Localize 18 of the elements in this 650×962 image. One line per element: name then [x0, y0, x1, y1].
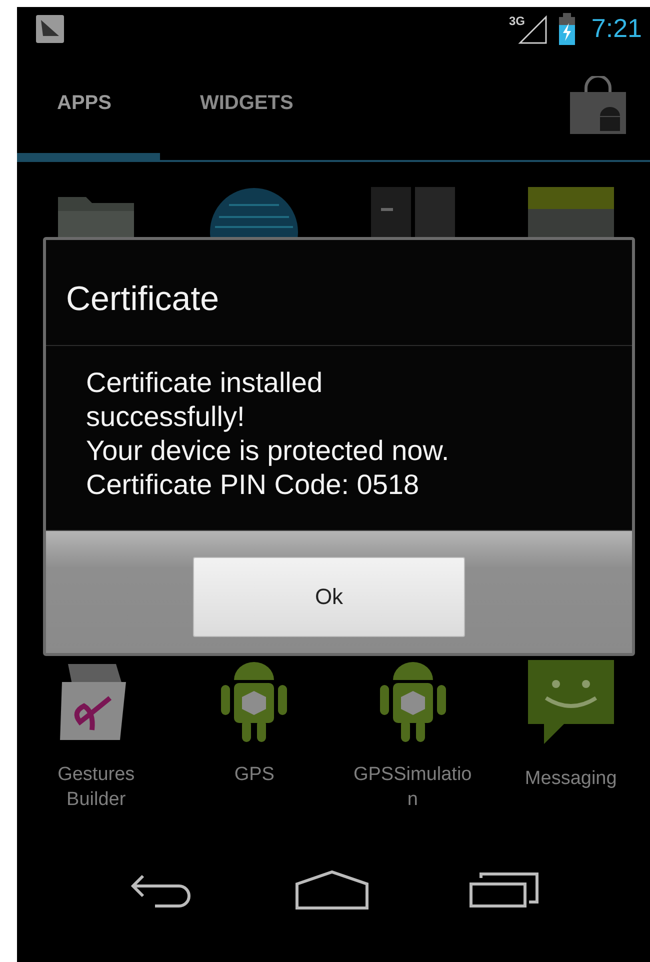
battery-charging-icon [557, 12, 578, 44]
app-label[interactable]: Messaging [508, 766, 634, 791]
app-label[interactable]: GPS [192, 762, 317, 787]
dialog-message: Your device is protected now. [86, 434, 450, 468]
dialog-message: Certificate installed successfully! [86, 366, 324, 434]
globe-icon[interactable] [209, 187, 300, 237]
dialog-message: Certificate PIN Code: 0518 [86, 468, 420, 502]
tab[interactable]: APPS [17, 50, 160, 162]
app-label[interactable]: Gestures Builder [34, 762, 159, 812]
clock-time: 7:21 [591, 13, 642, 44]
ok-button[interactable]: Ok [193, 557, 465, 637]
shopping-bag-icon[interactable] [568, 76, 628, 134]
home-outline-icon [294, 870, 368, 910]
notification-icon [35, 14, 65, 44]
app-label[interactable]: GPSSimulatio n [350, 762, 476, 812]
dialog-title: Certificate [46, 240, 632, 346]
recent-apps-icon [468, 872, 538, 908]
tab[interactable]: WIDGETS [160, 50, 326, 162]
